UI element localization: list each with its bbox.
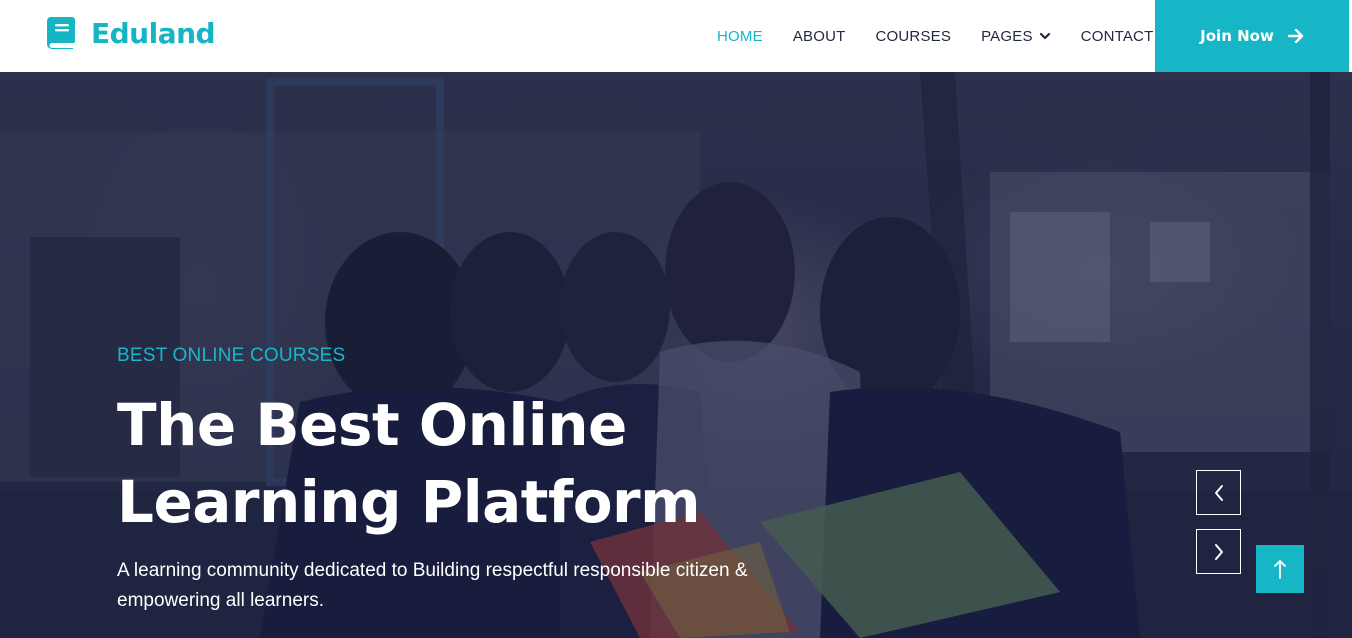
nav-home[interactable]: HOME <box>717 28 763 45</box>
chevron-down-icon <box>1039 32 1050 40</box>
nav-pages-label: PAGES <box>981 27 1033 45</box>
chevron-right-icon <box>1214 543 1223 560</box>
nav-about[interactable]: ABOUT <box>793 28 846 45</box>
brand-name: Eduland <box>91 16 216 50</box>
nav-home-label: HOME <box>717 27 763 45</box>
arrow-up-icon <box>1274 560 1286 579</box>
slider-next-button[interactable] <box>1196 529 1241 574</box>
join-now-button[interactable]: Join Now <box>1155 0 1349 72</box>
hero-headline: The Best Online Learning Platform <box>117 387 837 541</box>
nav-courses-label: COURSES <box>875 27 952 45</box>
slider-prev-button[interactable] <box>1196 470 1241 515</box>
hero-subtext: A learning community dedicated to Buildi… <box>117 560 748 611</box>
hero-banner: BEST ONLINE COURSES The Best Online Lear… <box>0 72 1352 638</box>
nav-pages-dropdown[interactable]: PAGES <box>981 28 1051 45</box>
hero-content: BEST ONLINE COURSES The Best Online Lear… <box>117 345 837 616</box>
book-icon <box>47 17 75 49</box>
nav-courses[interactable]: COURSES <box>876 28 952 45</box>
join-now-label: Join Now <box>1200 27 1274 45</box>
arrow-right-icon <box>1287 29 1304 43</box>
main-nav: HOME ABOUT COURSES PAGES CONTACT <box>702 0 1168 72</box>
scroll-to-top-button[interactable] <box>1256 545 1304 593</box>
brand-logo[interactable]: Eduland <box>46 16 216 50</box>
nav-about-label: ABOUT <box>792 27 846 45</box>
hero-headline-line-1: The Best Online <box>117 391 627 459</box>
hero-kicker: BEST ONLINE COURSES <box>117 345 346 366</box>
navbar: Eduland HOME ABOUT COURSES PAGES CONTACT… <box>0 0 1352 72</box>
nav-contact-label: CONTACT <box>1080 27 1154 45</box>
nav-contact[interactable]: CONTACT <box>1081 28 1154 45</box>
hero-headline-line-2: Learning Platform <box>117 468 701 536</box>
chevron-left-icon <box>1214 484 1223 501</box>
